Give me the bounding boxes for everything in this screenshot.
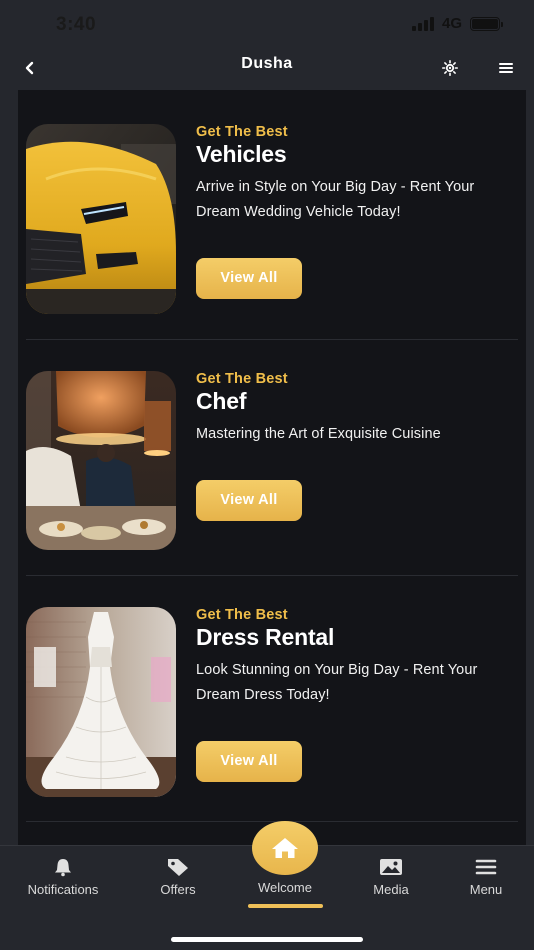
status-bar: 3:40 4G [0, 0, 534, 48]
status-indicators: 4G [411, 15, 503, 32]
card-heading: Chef [196, 388, 247, 414]
card-description: Mastering the Art of Exquisite Cuisine [196, 426, 441, 442]
dress-rental-text: Get The Best Dress Rental Look Stunning … [196, 607, 516, 708]
chef-card: Get The Best Chef Mastering the Art of E… [26, 371, 518, 551]
status-time: 3:40 [56, 14, 97, 35]
card-heading: Dress Rental [196, 624, 335, 650]
menu-icon [474, 856, 498, 878]
chef-text: Get The Best Chef Mastering the Art of E… [196, 371, 516, 447]
divider [26, 339, 518, 340]
tab-welcome[interactable] [252, 821, 318, 875]
signal-icon [411, 16, 434, 31]
vehicles-text: Get The Best Vehicles Arrive in Style on… [196, 124, 516, 225]
tab-label: Offers [160, 882, 196, 897]
hamburger-menu-button[interactable] [494, 54, 518, 82]
network-type: 4G [441, 15, 462, 32]
home-indicator [171, 937, 363, 942]
tab-welcome-label: Welcome [258, 880, 312, 895]
dress-rental-card: Get The Best Dress Rental Look Stunning … [26, 607, 518, 799]
tab-label: Media [373, 882, 409, 897]
dress-rental-view-all-button[interactable]: View All [196, 741, 302, 782]
chef-view-all-button[interactable]: View All [196, 480, 302, 521]
divider [26, 575, 518, 576]
image-icon [379, 856, 403, 878]
tab-offers[interactable]: Offers [130, 846, 226, 906]
tab-bar: Notifications Offers Welcome Media Menu [0, 821, 534, 950]
vehicles-view-all-button[interactable]: View All [196, 258, 302, 299]
theme-toggle-button[interactable] [438, 54, 462, 82]
tab-label: Menu [469, 882, 503, 897]
tab-notifications[interactable]: Notifications [15, 846, 111, 906]
tab-media[interactable]: Media [343, 846, 439, 906]
tab-menu[interactable]: Menu [438, 846, 534, 906]
hamburger-menu-icon [499, 63, 513, 73]
vehicles-image [26, 124, 176, 314]
card-kicker: Get The Best [196, 371, 288, 387]
vehicles-card: Get The Best Vehicles Arrive in Style on… [26, 124, 518, 324]
card-kicker: Get The Best [196, 124, 288, 140]
chef-image [26, 371, 176, 550]
sun-icon [442, 60, 458, 76]
card-heading: Vehicles [196, 141, 287, 167]
divider [26, 821, 518, 822]
nav-bar: Dusha [0, 48, 534, 90]
dress-rental-image [26, 607, 176, 797]
card-description: Look Stunning on Your Big Day - Rent You… [196, 662, 478, 703]
active-tab-indicator [248, 904, 323, 908]
bell-icon [51, 856, 75, 878]
battery-icon [470, 16, 503, 31]
card-kicker: Get The Best [196, 607, 288, 623]
tag-icon [166, 856, 190, 878]
home-icon [272, 838, 298, 858]
content-area[interactable]: Get The Best Vehicles Arrive in Style on… [18, 90, 526, 845]
tab-label: Notifications [27, 882, 99, 897]
card-description: Arrive in Style on Your Big Day - Rent Y… [196, 179, 475, 220]
